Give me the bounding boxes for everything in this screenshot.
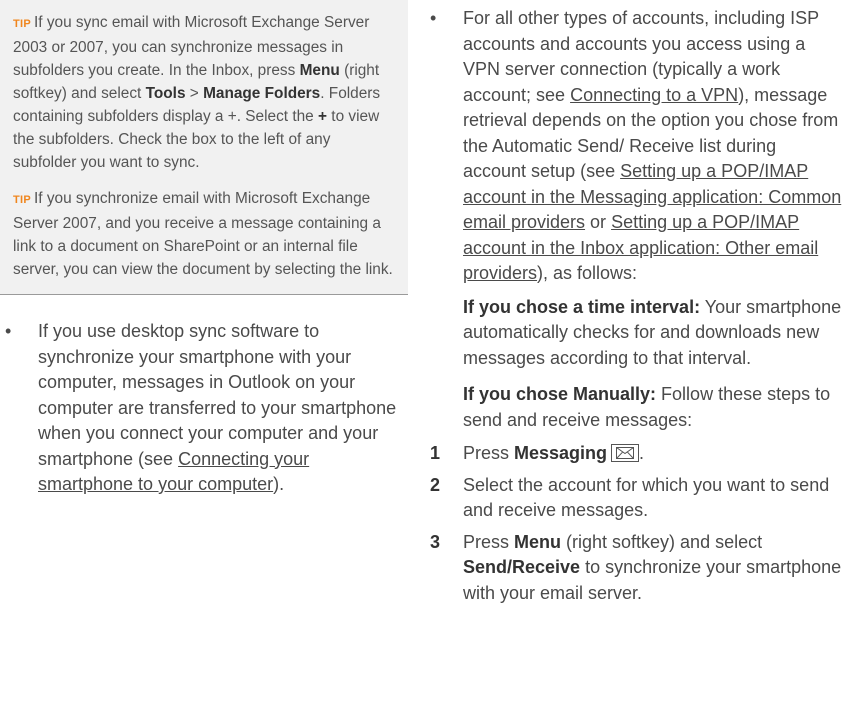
- tools-keyword: Tools: [145, 85, 186, 102]
- link-connecting-vpn[interactable]: Connecting to a VPN: [570, 85, 738, 105]
- bullet-dot: •: [5, 321, 12, 341]
- steps-list: 1 Press Messaging. 2 Select the account …: [427, 441, 842, 606]
- step-2: 2 Select the account for which you want …: [430, 474, 830, 521]
- menu-keyword: Menu: [299, 62, 340, 79]
- para-time-interval: If you chose a time interval: Your smart…: [463, 296, 842, 368]
- messaging-keyword: Messaging: [514, 443, 608, 463]
- tip-box: TIP If you sync email with Microsoft Exch…: [0, 0, 408, 295]
- envelope-key-icon: [611, 444, 640, 462]
- step-number: 1: [430, 443, 441, 463]
- send-receive-keyword: Send/Receive: [463, 557, 581, 577]
- step-1: 1 Press Messaging.: [427, 441, 842, 467]
- tip-label: TIP: [13, 18, 32, 30]
- tip-subfolders: TIP If you sync email with Microsoft Exch…: [13, 14, 381, 171]
- right-column: • For all other types of accounts, inclu…: [427, 0, 842, 612]
- bullet-dot: •: [430, 8, 437, 28]
- menu-keyword: Menu: [514, 531, 562, 552]
- step-3: 3 Press Menu (right softkey) and select …: [430, 531, 842, 603]
- step-number: 3: [430, 531, 441, 552]
- tip-label: TIP: [13, 194, 32, 206]
- left-column: TIP If you sync email with Microsoft Exch…: [0, 0, 408, 498]
- manage-folders-keyword: Manage Folders: [203, 85, 321, 102]
- document-page: TIP If you sync email with Microsoft Exch…: [0, 0, 842, 713]
- step-number: 2: [430, 474, 441, 495]
- bullet-desktop-sync: • If you use desktop sync software to sy…: [5, 321, 397, 494]
- bullet-other-accounts: • For all other types of accounts, inclu…: [430, 8, 842, 283]
- para-manually: If you chose Manually: Follow these step…: [463, 384, 831, 430]
- tip-sharepoint: TIP If you synchronize email with Microso…: [13, 190, 393, 278]
- plus-keyword: +: [318, 108, 328, 125]
